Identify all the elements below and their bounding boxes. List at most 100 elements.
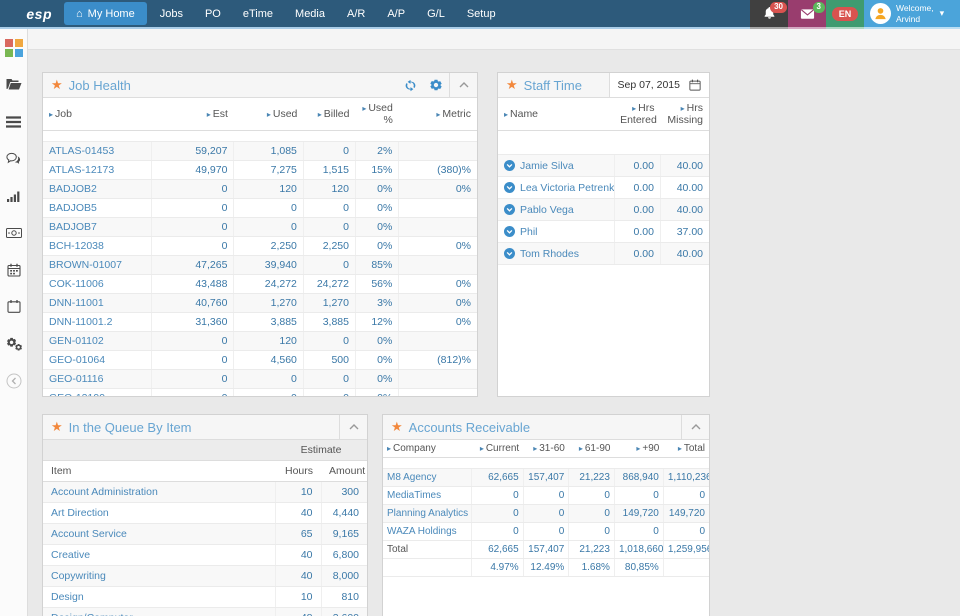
- job-link[interactable]: ATLAS-12173: [43, 160, 152, 180]
- icon-sidebar: [0, 29, 28, 616]
- sidebar-item-jobs[interactable]: [0, 66, 27, 103]
- collapse-panel-button[interactable]: [449, 73, 477, 97]
- table-row: BCH-12038 0 2,250 2,250 0% 0%: [43, 236, 477, 256]
- sidebar-item-finance[interactable]: [0, 214, 27, 251]
- job-link[interactable]: BADJOB7: [43, 217, 152, 237]
- staff-name-link[interactable]: Pablo Vega: [498, 198, 615, 221]
- ar-header: ★ Accounts Receivable: [383, 415, 709, 440]
- value-cell: 2,250: [233, 236, 304, 256]
- sidebar-item-reports[interactable]: [0, 177, 27, 214]
- date-picker[interactable]: Sep 07, 2015: [608, 73, 709, 97]
- collapse-panel-button[interactable]: [681, 415, 709, 439]
- column-header[interactable]: ▸ +90: [614, 440, 664, 458]
- table-row: Total 62,665 157,407 21,223 1,018,660 1,259,9…: [383, 540, 709, 559]
- sidebar-item-settings[interactable]: [0, 325, 27, 362]
- column-header[interactable]: ▸ Billed: [303, 98, 356, 131]
- value-cell: 0%: [354, 331, 399, 351]
- sidebar-item-messages[interactable]: [0, 140, 27, 177]
- job-link[interactable]: GEN-01102: [43, 331, 152, 351]
- staff-name-link[interactable]: Lea Victoria Petrenko: [498, 176, 615, 199]
- column-header[interactable]: ▸ Est: [151, 98, 234, 131]
- messages-button[interactable]: 3: [788, 0, 826, 29]
- staff-name-link[interactable]: Tom Rhodes: [498, 242, 615, 265]
- column-header[interactable]: ▸ Used: [233, 98, 304, 131]
- sidebar-item-lists[interactable]: [0, 103, 27, 140]
- value-cell: 0: [302, 255, 356, 275]
- column-header[interactable]: ▸ Metric: [398, 98, 477, 131]
- company-link[interactable]: MediaTimes: [383, 486, 472, 505]
- column-header[interactable]: ▸ Job: [43, 98, 152, 131]
- column-header[interactable]: ▸ Total: [663, 440, 709, 458]
- job-link[interactable]: ATLAS-01453: [43, 141, 152, 161]
- table-row: ATLAS-01453 59,207 1,085 0 2%: [43, 141, 477, 161]
- value-cell: 59,207: [150, 141, 234, 161]
- table-row: Tom Rhodes 0.00 40.00: [498, 242, 709, 265]
- value-cell: 0: [302, 331, 356, 351]
- column-header[interactable]: ▸ 31-60: [523, 440, 569, 458]
- job-link[interactable]: GEO-01116: [43, 369, 152, 389]
- queue-item-link[interactable]: Art Direction: [43, 502, 276, 524]
- sidebar-collapse-button[interactable]: [0, 362, 27, 399]
- job-link[interactable]: BCH-12038: [43, 236, 152, 256]
- column-header[interactable]: ▸ Name: [498, 98, 615, 131]
- value-cell: 0.00: [613, 198, 661, 221]
- table-row: Account Administration 10 300: [43, 481, 367, 503]
- gear-icon[interactable]: [423, 73, 449, 97]
- nav-item-a-r[interactable]: A/R: [336, 0, 376, 27]
- nav-item-a-p[interactable]: A/P: [376, 0, 416, 27]
- job-link[interactable]: GEO-01064: [43, 350, 152, 370]
- queue-item-link[interactable]: Copywriting: [43, 565, 276, 587]
- staff-name-link[interactable]: Jamie Silva: [498, 154, 615, 177]
- refresh-button[interactable]: [398, 73, 423, 97]
- user-menu[interactable]: Welcome, Arvind ▾: [864, 0, 960, 29]
- dashboard-grid-icon: [4, 38, 23, 57]
- company-link[interactable]: Planning Analytics: [383, 504, 472, 523]
- notifications-button[interactable]: 30: [750, 0, 788, 29]
- group-header-row: Estimate: [43, 440, 367, 461]
- company-link[interactable]: WAZA Holdings: [383, 522, 472, 541]
- queue-item-link[interactable]: Design: [43, 586, 276, 608]
- expand-row-icon[interactable]: [504, 203, 515, 215]
- column-header[interactable]: ▸ Hrs Missing: [660, 98, 709, 131]
- job-link[interactable]: GEO-12199: [43, 388, 152, 396]
- nav-item-g-l[interactable]: G/L: [416, 0, 456, 27]
- column-header[interactable]: ▸ Company: [383, 440, 472, 458]
- job-link[interactable]: DNN-11001.2: [43, 312, 152, 332]
- expand-row-icon[interactable]: [504, 247, 515, 259]
- value-cell: 6,800: [320, 544, 367, 566]
- expand-row-icon[interactable]: [504, 225, 515, 237]
- job-link[interactable]: COK-11006: [43, 274, 152, 294]
- nav-item-jobs[interactable]: Jobs: [149, 0, 194, 27]
- nav-item-po[interactable]: PO: [194, 0, 232, 27]
- expand-row-icon[interactable]: [504, 159, 515, 171]
- company-link[interactable]: M8 Agency: [383, 468, 472, 487]
- column-header[interactable]: ▸ Hrs Entered: [614, 98, 661, 131]
- sidebar-item-calendar[interactable]: [0, 251, 27, 288]
- sidebar-item-schedule[interactable]: [0, 288, 27, 325]
- value-cell: 4,560: [233, 350, 304, 370]
- total-label[interactable]: Total: [383, 540, 472, 559]
- column-header[interactable]: ▸ Current: [471, 440, 524, 458]
- sidebar-item-dashboard[interactable]: [0, 29, 27, 66]
- column-header[interactable]: ▸ Used %: [355, 98, 399, 131]
- nav-item-setup[interactable]: Setup: [456, 0, 507, 27]
- staff-name-link[interactable]: Phil: [498, 220, 615, 243]
- value-cell: [398, 198, 477, 218]
- queue-item-link[interactable]: Design/Computer: [43, 607, 276, 616]
- queue-item-link[interactable]: Account Administration: [43, 481, 276, 503]
- value-cell: 3,885: [302, 312, 356, 332]
- job-link[interactable]: BROWN-01007: [43, 255, 152, 275]
- expand-row-icon[interactable]: [504, 181, 515, 193]
- column-header[interactable]: ▸ 61-90: [568, 440, 615, 458]
- queue-item-link[interactable]: Creative: [43, 544, 276, 566]
- queue-item-link[interactable]: Account Service: [43, 523, 276, 545]
- job-link[interactable]: BADJOB5: [43, 198, 152, 218]
- job-link[interactable]: BADJOB2: [43, 179, 152, 199]
- nav-item-my-home[interactable]: ⌂ My Home: [64, 2, 147, 25]
- language-button[interactable]: EN: [826, 0, 864, 29]
- collapse-panel-button[interactable]: [339, 415, 367, 439]
- value-cell: 1,110,236: [662, 468, 709, 487]
- nav-item-media[interactable]: Media: [284, 0, 336, 27]
- job-link[interactable]: DNN-11001: [43, 293, 152, 313]
- nav-item-etime[interactable]: eTime: [232, 0, 284, 27]
